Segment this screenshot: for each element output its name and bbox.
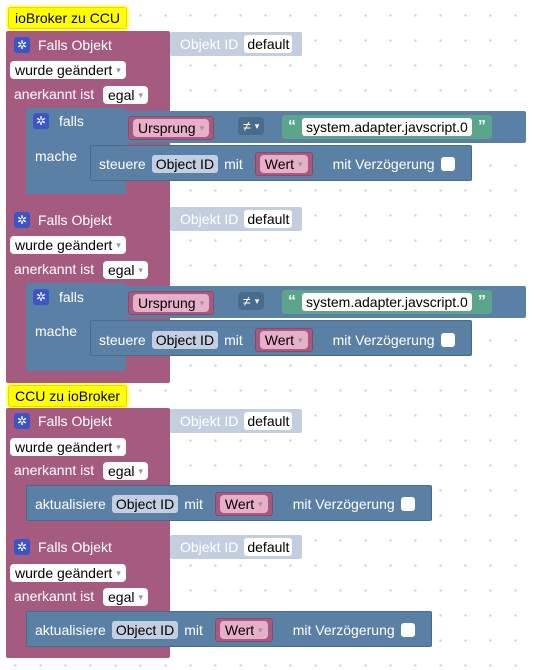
wert-dropdown[interactable]: Wert ▾ (219, 621, 268, 639)
event-header-1: ✲ Falls Objekt (14, 35, 112, 55)
delay-label: mit Verzögerung (332, 156, 435, 172)
event-header-4: ✲ Falls Objekt (14, 537, 112, 557)
objekt-id-label: Objekt ID (180, 413, 239, 429)
section-label-ccu-to-iobroker[interactable]: CCU zu ioBroker (8, 385, 128, 407)
event-title: Falls Objekt (38, 539, 112, 555)
delay-checkbox[interactable] (440, 157, 455, 171)
string-value[interactable]: system.adapter.javscript.0 (302, 118, 472, 136)
delay-label: mit Verzögerung (292, 622, 395, 638)
objekt-id-value[interactable]: default (244, 210, 293, 228)
delay-checkbox[interactable] (440, 333, 455, 347)
object-id-field[interactable]: Object ID (111, 621, 179, 639)
ursprung-block[interactable]: Ursprung ▾ (128, 116, 215, 140)
quote-close-icon: ” (477, 118, 486, 135)
anerkannt-dropdown[interactable]: egal ▾ (103, 261, 148, 279)
event-header-3: ✲ Falls Objekt (14, 411, 112, 431)
wert-block[interactable]: Wert ▾ (254, 328, 313, 352)
objekt-id-value[interactable]: default (244, 412, 293, 430)
string-block[interactable]: “ system.adapter.javscript.0 ” (282, 115, 492, 139)
event-title: Falls Objekt (38, 413, 112, 429)
mit-label: mit (224, 156, 243, 172)
string-block[interactable]: “ system.adapter.javscript.0 ” (282, 290, 492, 314)
anerkannt-dropdown[interactable]: egal ▾ (103, 588, 148, 606)
delay-checkbox[interactable] (400, 623, 415, 637)
delay-label: mit Verzögerung (292, 496, 395, 512)
quote-open-icon: “ (288, 118, 296, 135)
gear-icon[interactable]: ✲ (33, 113, 49, 129)
anerkannt-dropdown[interactable]: egal ▾ (103, 462, 148, 480)
gear-icon[interactable]: ✲ (14, 212, 30, 228)
wert-dropdown[interactable]: Wert ▾ (259, 331, 308, 349)
ursprung-dropdown[interactable]: Ursprung ▾ (133, 294, 210, 312)
wert-dropdown[interactable]: Wert ▾ (259, 155, 308, 173)
trigger-dropdown[interactable]: wurde geändert ▾ (10, 438, 126, 456)
string-value[interactable]: system.adapter.javscript.0 (302, 293, 472, 311)
section-label-iobroker-to-ccu[interactable]: ioBroker zu CCU (8, 7, 128, 29)
ursprung-block[interactable]: Ursprung ▾ (128, 291, 215, 315)
delay-checkbox[interactable] (400, 497, 415, 511)
mit-label: mit (184, 496, 203, 512)
quote-open-icon: “ (288, 293, 296, 310)
aktualisiere-label: aktualisiere (35, 622, 106, 638)
objekt-id-label: Objekt ID (180, 211, 239, 227)
wert-block[interactable]: Wert ▾ (214, 492, 273, 516)
objekt-id-value[interactable]: default (244, 35, 293, 53)
mache-label: mache (35, 148, 78, 164)
event-header-2: ✲ Falls Objekt (14, 210, 112, 230)
event-title: Falls Objekt (38, 37, 112, 53)
trigger-dropdown[interactable]: wurde geändert ▾ (10, 61, 126, 79)
objekt-id-label: Objekt ID (180, 539, 239, 555)
object-id-field[interactable]: Object ID (151, 155, 219, 173)
steuere-label: steuere (99, 332, 146, 348)
anerkannt-label: anerkannt ist (14, 261, 95, 277)
quote-close-icon: ” (477, 293, 486, 310)
event-title: Falls Objekt (38, 212, 112, 228)
gear-icon[interactable]: ✲ (14, 539, 30, 555)
falls-label: falls (59, 113, 84, 129)
objekt-id-block[interactable]: Objekt ID default (170, 32, 302, 56)
ursprung-dropdown[interactable]: Ursprung ▾ (133, 119, 210, 137)
object-id-field[interactable]: Object ID (111, 495, 179, 513)
operator-dropdown[interactable]: ≠ ▾ (238, 117, 265, 135)
gear-icon[interactable]: ✲ (14, 37, 30, 53)
trigger-dropdown[interactable]: wurde geändert ▾ (10, 564, 126, 582)
mit-label: mit (184, 622, 203, 638)
anerkannt-label: anerkannt ist (14, 462, 95, 478)
wert-block[interactable]: Wert ▾ (254, 152, 313, 176)
mit-label: mit (224, 332, 243, 348)
gear-icon[interactable]: ✲ (14, 413, 30, 429)
objekt-id-block[interactable]: Objekt ID default (170, 535, 302, 559)
anerkannt-dropdown[interactable]: egal ▾ (103, 86, 148, 104)
wert-block[interactable]: Wert ▾ (214, 618, 273, 642)
delay-label: mit Verzögerung (332, 332, 435, 348)
anerkannt-label: anerkannt ist (14, 588, 95, 604)
anerkannt-label: anerkannt ist (14, 86, 95, 102)
trigger-dropdown[interactable]: wurde geändert ▾ (10, 236, 126, 254)
objekt-id-value[interactable]: default (244, 538, 293, 556)
objekt-id-block[interactable]: Objekt ID default (170, 207, 302, 231)
aktualisiere-label: aktualisiere (35, 496, 106, 512)
gear-icon[interactable]: ✲ (33, 289, 49, 305)
operator-dropdown[interactable]: ≠ ▾ (238, 292, 265, 310)
falls-label: falls (59, 289, 84, 305)
mache-label: mache (35, 323, 78, 339)
steuere-label: steuere (99, 156, 146, 172)
objekt-id-label: Objekt ID (180, 36, 239, 52)
wert-dropdown[interactable]: Wert ▾ (219, 495, 268, 513)
object-id-field[interactable]: Object ID (151, 331, 219, 349)
objekt-id-block[interactable]: Objekt ID default (170, 409, 302, 433)
